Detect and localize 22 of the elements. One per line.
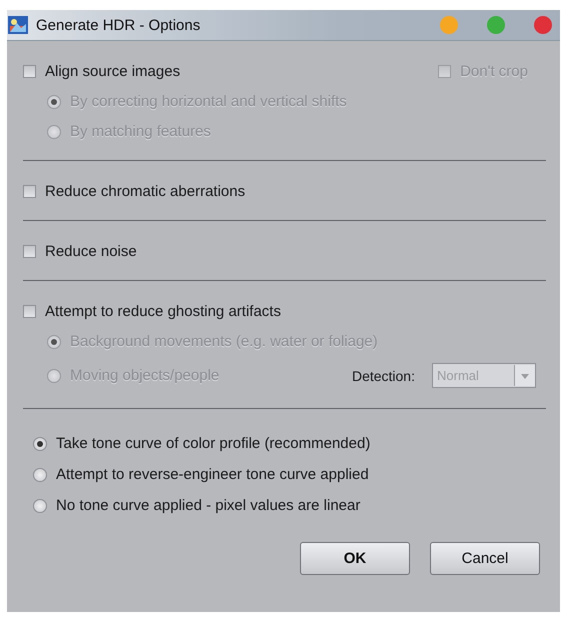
app-icon — [7, 14, 29, 36]
detection-label: Detection: — [352, 368, 415, 384]
checkbox[interactable] — [23, 65, 36, 78]
radio-label: Take tone curve of color profile (recommended) — [56, 435, 370, 452]
window-control-button[interactable] — [534, 16, 552, 34]
radio-label: No tone curve applied - pixel values are linear — [56, 497, 360, 514]
radio-button[interactable] — [33, 436, 47, 450]
cancel-button[interactable]: Cancel — [430, 542, 540, 575]
window-title: Generate HDR - Options — [36, 16, 202, 34]
radio-label: Attempt to reverse-engineer tone curve applied — [56, 466, 369, 483]
window-control-button[interactable] — [487, 16, 505, 34]
checkbox-label: Attempt to reduce ghosting artifacts — [45, 303, 281, 320]
checkbox-label: Reduce noise — [45, 243, 137, 260]
checkbox[interactable] — [23, 245, 36, 258]
ok-button[interactable]: OK — [300, 542, 410, 575]
checkbox-label: Align source images — [45, 63, 180, 80]
caret-icon — [514, 365, 535, 386]
radio-button[interactable] — [33, 468, 47, 482]
checkbox[interactable] — [23, 185, 36, 198]
checkbox[interactable] — [23, 305, 36, 318]
radio-button[interactable] — [33, 498, 47, 512]
checkbox-label: Reduce chromatic aberrations — [45, 183, 246, 200]
